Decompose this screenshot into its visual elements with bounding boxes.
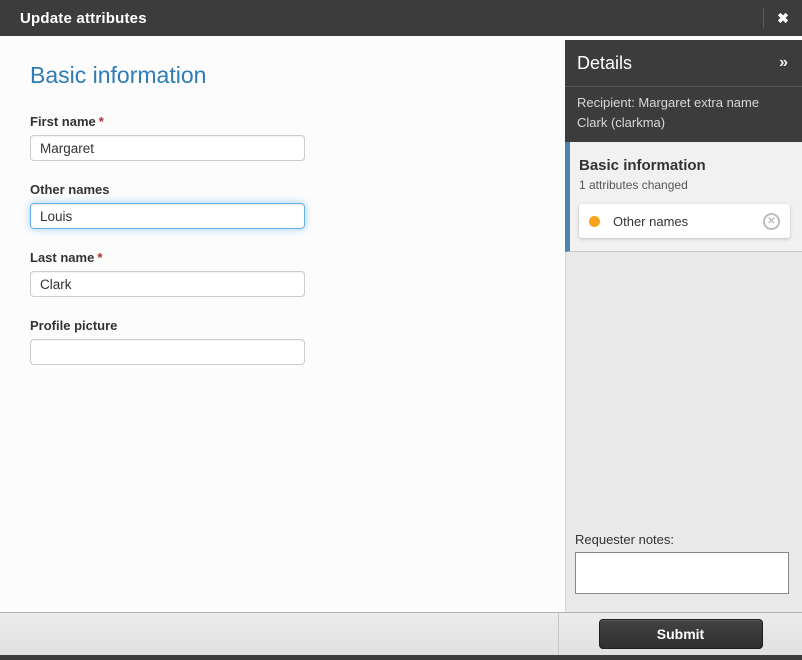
changed-attributes-section: Basic information 1 attributes changed O… [565, 142, 802, 253]
modal-title: Update attributes [20, 9, 147, 27]
form-section-heading: Basic information [30, 62, 207, 88]
collapse-panel-icon[interactable]: » [779, 55, 788, 71]
required-marker: * [97, 250, 103, 265]
details-panel: Details » Recipient: Margaret extra name… [565, 40, 802, 612]
field-row-first-name: First name * [30, 114, 305, 161]
details-title: Details [577, 52, 633, 73]
field-row-last-name: Last name * [30, 250, 305, 297]
circle-x-icon[interactable]: ✕ [763, 212, 780, 230]
requester-notes-label: Requester notes: [575, 532, 675, 547]
panel-spacer [566, 252, 802, 532]
changes-section-heading: Basic information [579, 157, 706, 175]
attributes-form: Basic information First name* Other name… [0, 36, 565, 612]
other-names-label: Other names [30, 182, 305, 197]
profile-picture-label: Profile picture [30, 318, 305, 333]
modal-footer: Submit [0, 612, 802, 655]
requester-notes-area: Requester notes: [566, 532, 802, 612]
profile-picture-input[interactable] [30, 339, 305, 365]
first-name-input[interactable] [30, 135, 305, 161]
other-names-label-text: Other names [30, 182, 110, 197]
last-name-input[interactable] [30, 271, 305, 297]
first-name-label-text: First name [30, 114, 96, 129]
profile-picture-label-text: Profile picture [30, 318, 118, 333]
titlebar-right: ✖ [763, 0, 802, 36]
changed-attribute-label: Other names [613, 213, 689, 229]
close-icon[interactable]: ✖ [764, 0, 802, 36]
field-row-other-names: Other names [30, 182, 305, 229]
modal-body: Basic information First name* Other name… [0, 36, 802, 612]
last-name-label-text: Last name [30, 250, 95, 265]
footer-right: Submit [558, 613, 802, 655]
last-name-label: Last name * [30, 250, 305, 265]
changes-summary: 1 attributes changed [579, 178, 688, 193]
update-attributes-modal: Update attributes ✖ Basic information Fi… [0, 0, 802, 660]
submit-button[interactable]: Submit [598, 619, 763, 649]
required-marker: * [98, 114, 104, 129]
first-name-label: First name * [30, 114, 305, 129]
changed-status-dot [589, 215, 600, 227]
recipient-info: Recipient: Margaret extra name Clark (cl… [565, 86, 802, 143]
field-row-profile-picture: Profile picture [30, 318, 305, 365]
details-panel-header: Details » [565, 40, 802, 86]
requester-notes-input[interactable] [575, 552, 789, 594]
bottom-edge-bar [0, 655, 802, 660]
modal-titlebar: Update attributes ✖ [0, 0, 802, 36]
other-names-input[interactable] [30, 203, 305, 229]
changed-attribute-item: Other names ✕ [579, 204, 790, 239]
